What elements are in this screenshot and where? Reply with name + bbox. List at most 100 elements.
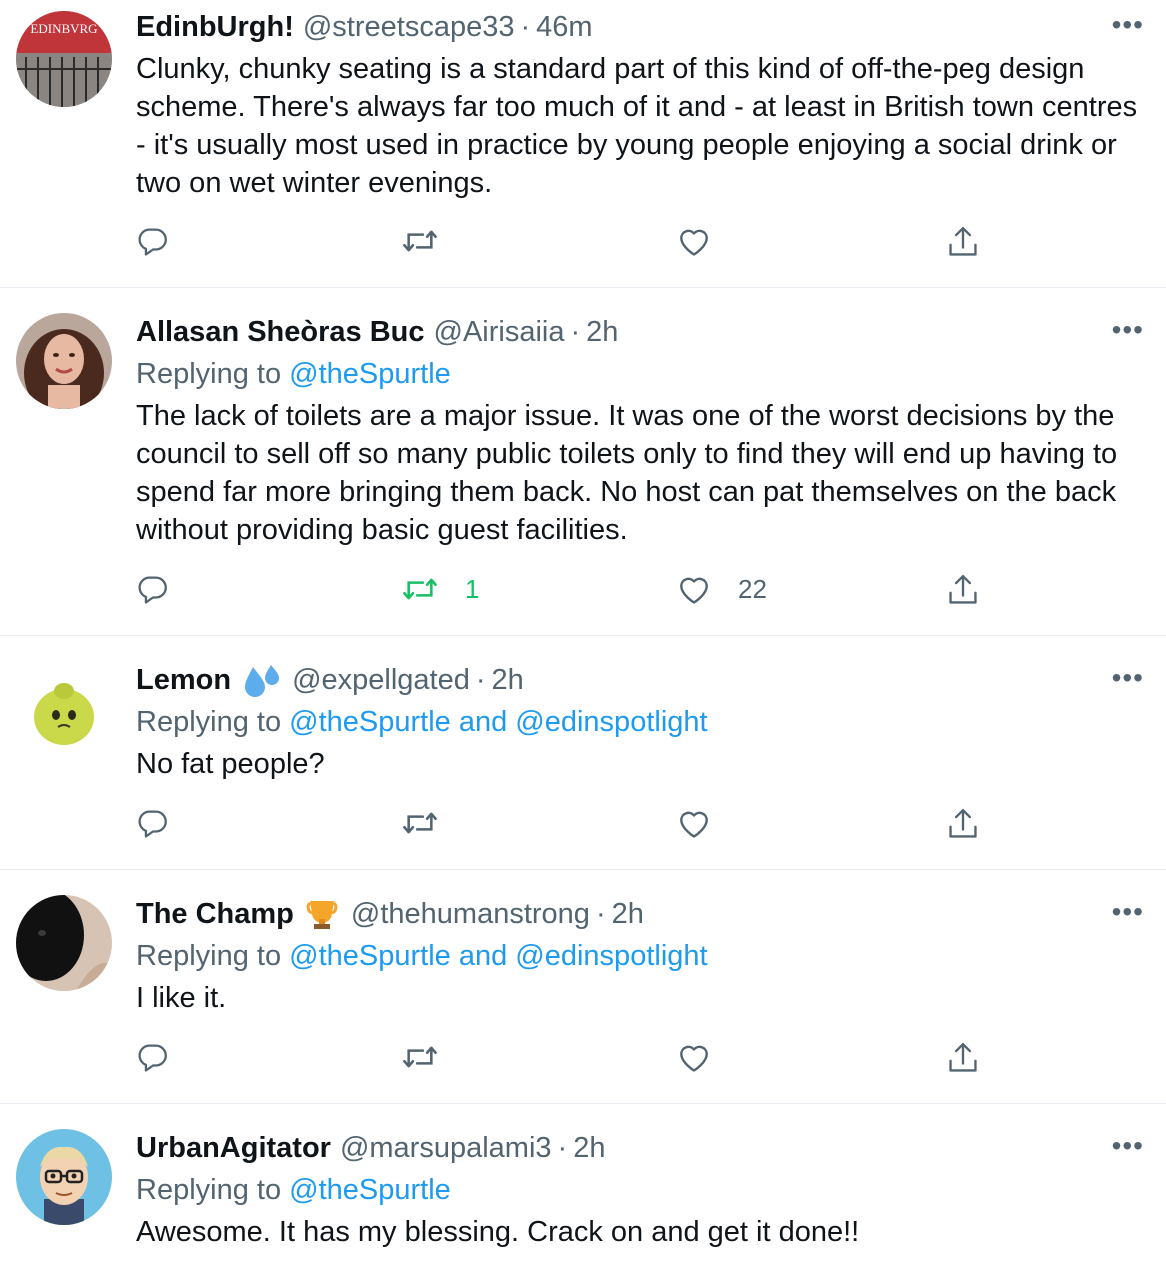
tweet-text: Clunky, chunky seating is a standard par… <box>136 53 1138 199</box>
sweat-droplets-emoji <box>241 663 281 697</box>
reply-icon <box>138 576 167 604</box>
retweet-icon <box>403 812 437 834</box>
tweet-text: Awesome. It has my blessing. Crack on an… <box>136 1216 860 1248</box>
reply-mention[interactable]: @theSpurtle <box>289 358 451 390</box>
display-name[interactable]: Lemon <box>136 661 231 699</box>
like-button[interactable] <box>676 1040 738 1074</box>
reply-icon <box>138 810 167 838</box>
display-name[interactable]: The Champ <box>136 895 294 933</box>
replying-prefix: Replying to <box>136 706 282 738</box>
reply-button[interactable] <box>136 1040 170 1074</box>
share-icon <box>949 226 977 256</box>
tweet[interactable]: UrbanAgitator @marsupalami3 · 2h Replyin… <box>0 1104 1166 1266</box>
timestamp[interactable]: 2h <box>612 895 644 933</box>
retweet-button[interactable] <box>401 1040 465 1074</box>
timestamp[interactable]: 46m <box>536 8 592 46</box>
more-icon[interactable]: ••• <box>1112 663 1144 693</box>
reply-mention[interactable]: @theSpurtle and @edinspotlight <box>289 706 707 738</box>
avatar-image: EDINBVRG <box>16 11 112 107</box>
tweet-text: I like it. <box>136 982 227 1014</box>
tweet[interactable]: Lemon @expellgated · 2h Replying to @the… <box>0 636 1166 870</box>
timestamp[interactable]: 2h <box>492 661 524 699</box>
replying-prefix: Replying to <box>136 358 282 390</box>
avatar[interactable]: EDINBVRG <box>16 11 112 107</box>
replying-to: Replying to @theSpurtle and @edinspotlig… <box>136 703 1146 741</box>
tweet-header: The Champ @thehumanstrong · 2h <box>136 895 1146 933</box>
action-bar: 1 22 <box>136 572 1006 612</box>
reply-button[interactable] <box>136 806 170 840</box>
more-icon[interactable]: ••• <box>1112 10 1144 40</box>
action-bar <box>136 224 1006 264</box>
tweet[interactable]: EDINBVRG EdinbUrgh! @streetscape33 · 46m… <box>0 0 1166 288</box>
timestamp[interactable]: 2h <box>573 1129 605 1167</box>
avatar[interactable] <box>16 895 112 991</box>
reply-icon <box>138 1044 167 1072</box>
more-icon[interactable]: ••• <box>1112 897 1144 927</box>
retweet-icon <box>403 1046 437 1068</box>
avatar[interactable] <box>16 661 112 757</box>
avatar[interactable] <box>16 313 112 409</box>
reply-button[interactable] <box>136 572 170 606</box>
replying-to: Replying to @theSpurtle <box>136 1171 1146 1209</box>
share-button[interactable] <box>946 806 980 842</box>
share-button[interactable] <box>946 572 980 608</box>
user-handle[interactable]: @thehumanstrong <box>351 895 590 933</box>
action-bar <box>136 806 1006 846</box>
share-icon <box>949 574 977 604</box>
retweet-count: 1 <box>465 573 480 604</box>
heart-icon <box>680 229 708 256</box>
avatar-image <box>16 313 112 409</box>
user-handle[interactable]: @expellgated <box>292 661 470 699</box>
tweet[interactable]: Allasan Sheòras Buc @Airisaiia · 2h Repl… <box>0 288 1166 636</box>
retweet-button[interactable] <box>401 806 465 840</box>
timestamp[interactable]: 2h <box>586 313 618 351</box>
like-button[interactable] <box>676 224 738 258</box>
like-button[interactable]: 22 <box>676 572 767 606</box>
trophy-emoji <box>304 897 340 931</box>
avatar[interactable] <box>16 1129 112 1225</box>
reply-button[interactable] <box>136 224 170 258</box>
separator: · <box>557 1132 568 1164</box>
replying-prefix: Replying to <box>136 940 282 972</box>
retweet-icon <box>403 230 437 252</box>
avatar-image <box>16 1129 112 1225</box>
user-handle[interactable]: @streetscape33 <box>303 8 515 46</box>
display-name[interactable]: UrbanAgitator <box>136 1129 331 1167</box>
reply-mention[interactable]: @theSpurtle and @edinspotlight <box>289 940 707 972</box>
heart-icon <box>680 577 708 604</box>
retweet-icon <box>403 578 437 600</box>
heart-icon <box>680 811 708 838</box>
retweet-button[interactable]: 1 <box>401 572 479 606</box>
user-handle[interactable]: @Airisaiia <box>434 313 565 351</box>
separator: · <box>570 316 581 348</box>
replying-to: Replying to @theSpurtle and @edinspotlig… <box>136 937 1146 975</box>
tweet-header: Allasan Sheòras Buc @Airisaiia · 2h <box>136 313 1146 351</box>
tweet-text: The lack of toilets are a major issue. I… <box>136 400 1118 546</box>
separator: · <box>595 898 606 930</box>
like-count: 22 <box>738 573 767 604</box>
avatar-image <box>16 895 112 991</box>
share-button[interactable] <box>946 224 980 260</box>
avatar-image <box>16 661 112 757</box>
user-handle[interactable]: @marsupalami3 <box>340 1129 552 1167</box>
tweet-header: EdinbUrgh! @streetscape33 · 46m <box>136 8 1146 46</box>
avatar-lettering: EDINBVRG <box>30 21 97 36</box>
reply-icon <box>138 228 167 256</box>
separator: · <box>520 11 531 43</box>
separator: · <box>475 664 486 696</box>
heart-icon <box>680 1045 708 1072</box>
tweet[interactable]: The Champ @thehumanstrong · 2h Replying … <box>0 870 1166 1104</box>
more-icon[interactable]: ••• <box>1112 1131 1144 1161</box>
tweet-header: Lemon @expellgated · 2h <box>136 661 1146 699</box>
reply-mention[interactable]: @theSpurtle <box>289 1174 451 1206</box>
share-icon <box>949 1042 977 1072</box>
share-icon <box>949 808 977 838</box>
like-button[interactable] <box>676 806 738 840</box>
retweet-button[interactable] <box>401 224 465 258</box>
tweet-header: UrbanAgitator @marsupalami3 · 2h <box>136 1129 1146 1167</box>
display-name[interactable]: Allasan Sheòras Buc <box>136 313 425 351</box>
more-icon[interactable]: ••• <box>1112 315 1144 345</box>
share-button[interactable] <box>946 1040 980 1076</box>
tweet-text: No fat people? <box>136 748 325 780</box>
display-name[interactable]: EdinbUrgh! <box>136 8 294 46</box>
